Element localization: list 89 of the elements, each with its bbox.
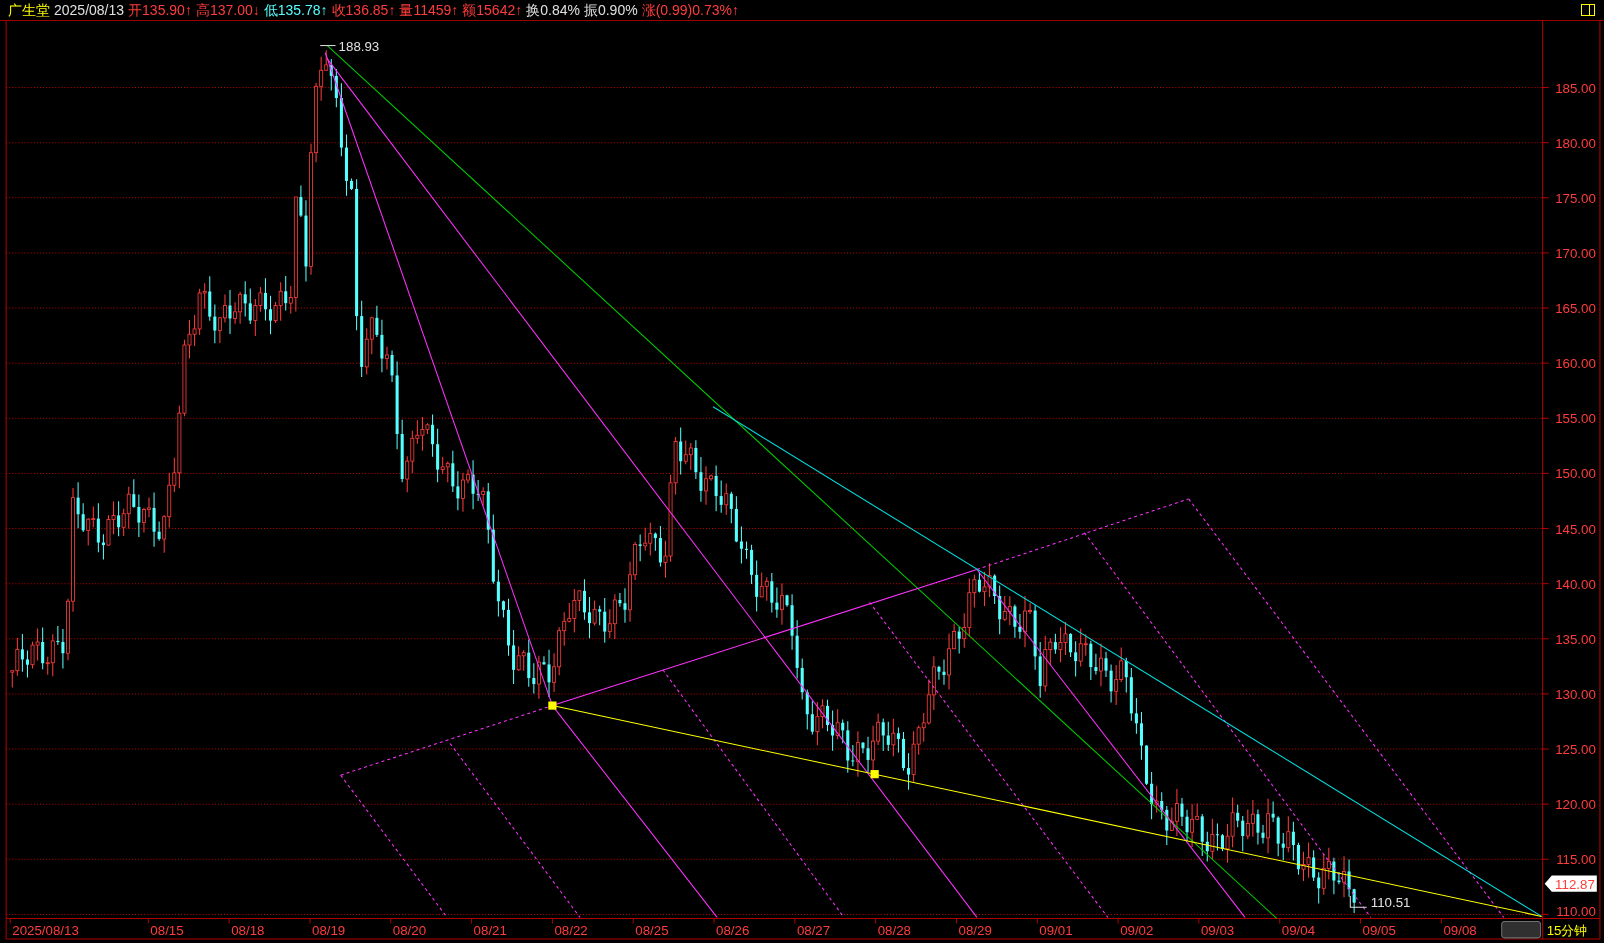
tick-mark [1542, 528, 1550, 530]
price-label: 115.00 [1556, 852, 1596, 868]
tick-mark [1542, 748, 1550, 750]
price-label: 120.00 [1555, 797, 1596, 813]
date-label: 09/05 [1362, 922, 1396, 938]
price-label: 155.00 [1555, 411, 1596, 427]
tick-mark [1542, 142, 1550, 144]
tick-mark [1542, 417, 1550, 419]
tick-mark [1542, 693, 1550, 695]
quote-field: 收136.85↑ [331, 0, 396, 21]
anchor-handle[interactable] [548, 701, 557, 710]
tick-mark [1279, 917, 1281, 925]
tick-mark [1036, 917, 1038, 925]
price-label: 160.00 [1555, 356, 1596, 372]
date-label: 08/15 [150, 922, 184, 938]
window-icon[interactable] [1581, 4, 1595, 16]
tick-mark [875, 917, 877, 925]
anchor-handle[interactable] [870, 770, 879, 779]
tick-mark [1440, 917, 1442, 925]
date-label: 09/02 [1120, 922, 1154, 938]
price-label: 175.00 [1555, 190, 1596, 206]
tick-mark [309, 917, 311, 925]
tick-mark [1117, 917, 1119, 925]
tick-mark [1542, 197, 1550, 199]
date-label: 08/20 [392, 922, 427, 938]
price-label: 140.00 [1555, 576, 1596, 592]
price-label: 180.00 [1555, 135, 1596, 151]
leader-line [1349, 895, 1368, 908]
price-label: 145.00 [1555, 521, 1596, 537]
tick-mark [1542, 362, 1550, 364]
date-label: 09/04 [1281, 922, 1316, 938]
quote-field: 量11459↑ [399, 0, 459, 21]
tick-mark [955, 917, 957, 925]
tick-mark [1542, 913, 1550, 915]
tick-mark [1542, 307, 1550, 309]
date-label: 09/03 [1200, 922, 1235, 938]
tick-mark [390, 917, 392, 925]
date-label: 08/19 [312, 922, 346, 938]
date-label: 09/01 [1039, 922, 1073, 938]
date-label: 08/18 [231, 922, 265, 938]
quote-field: 换0.84% [526, 0, 580, 21]
stock-name: 广生堂 [8, 0, 50, 20]
date-label: 08/22 [554, 922, 588, 938]
price-label: 150.00 [1555, 466, 1596, 482]
price-label: 135.00 [1555, 631, 1596, 647]
date-label: 08/25 [635, 922, 669, 938]
price-label: 185.00 [1555, 80, 1596, 96]
date-label: 08/28 [877, 922, 911, 938]
price-label: 165.00 [1555, 301, 1596, 317]
tick-mark [1542, 252, 1550, 254]
quote-date: 2025/08/13 [54, 0, 125, 20]
high-price-label: 188.93 [338, 38, 380, 54]
tick-mark [632, 917, 634, 925]
quote-field: 涨(0.99)0.73%↑ [641, 0, 739, 21]
price-label: 170.00 [1555, 246, 1596, 261]
tick-mark [1542, 87, 1550, 89]
tick-mark [713, 917, 715, 925]
price-label: 110.00 [1556, 904, 1596, 920]
tick-mark [1542, 583, 1550, 585]
tick-mark [551, 917, 553, 925]
tick-mark [1542, 803, 1550, 805]
date-label: 08/29 [958, 922, 992, 938]
quote-field: 振0.90% [583, 0, 638, 21]
quote-field: 开135.90↑ [128, 0, 192, 21]
tick-mark [147, 917, 149, 925]
leader-line [319, 45, 337, 47]
tick-mark [471, 917, 473, 925]
quote-field: 低135.78↑ [263, 0, 328, 21]
tick-mark [1542, 858, 1550, 860]
price-label: 125.00 [1555, 742, 1596, 758]
tick-mark [794, 917, 796, 925]
tick-mark [1542, 472, 1550, 474]
tick-mark [228, 917, 230, 925]
scroll-thumb[interactable] [1501, 921, 1542, 939]
tick-mark [1360, 917, 1362, 925]
date-label: 09/08 [1443, 922, 1477, 938]
date-label: 2025/08/13 [12, 922, 79, 938]
last-price-tag: 112.87 [1544, 875, 1597, 892]
tick-mark [9, 917, 11, 925]
date-label: 08/27 [796, 922, 831, 938]
date-label: 08/21 [473, 922, 507, 938]
tick-mark [1542, 638, 1550, 640]
date-label: 08/26 [716, 922, 750, 938]
low-price-label: 110.51 [1370, 895, 1411, 911]
quote-field: 高137.00↓ [195, 0, 260, 21]
period-button[interactable]: 15分钟 [1546, 922, 1588, 938]
tick-mark [1198, 917, 1200, 925]
price-label: 130.00 [1555, 687, 1596, 702]
quote-field: 额15642↑ [462, 0, 523, 21]
